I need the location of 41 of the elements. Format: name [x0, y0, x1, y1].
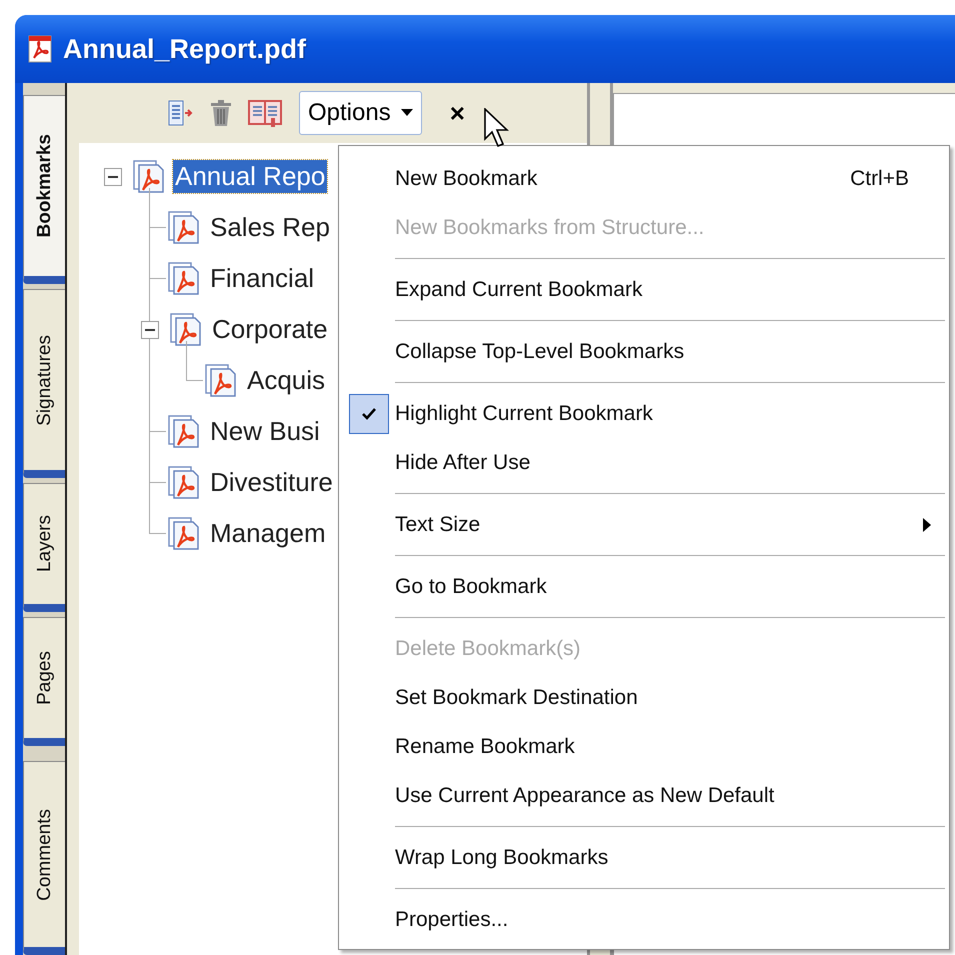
menu-item[interactable]: Properties... [343, 895, 945, 944]
options-button[interactable]: Options [299, 91, 422, 135]
menu-item[interactable]: Rename Bookmark [343, 722, 945, 771]
side-tab[interactable]: Layers [23, 483, 65, 612]
bookmark-icon [166, 414, 202, 450]
bookmark-label[interactable]: Financial [208, 262, 316, 295]
side-tab[interactable]: Comments [23, 761, 65, 955]
list-arrow-icon[interactable] [167, 98, 195, 128]
menu-item[interactable]: Text Size [343, 500, 945, 549]
collapse-toggle[interactable] [141, 320, 159, 338]
bookmark-label[interactable]: Managem [208, 517, 328, 550]
bookmark-label[interactable]: Acquis [245, 364, 328, 397]
collapse-toggle[interactable] [104, 168, 122, 186]
bookmark-icon [166, 516, 202, 552]
side-tab[interactable]: Pages [23, 617, 65, 746]
bookmark-icon [203, 362, 239, 398]
menu-item[interactable]: Expand Current Bookmark [343, 265, 945, 314]
window-title: Annual_Report.pdf [63, 34, 306, 64]
close-button[interactable]: × [450, 98, 465, 128]
side-tab[interactable]: Bookmarks [23, 95, 65, 284]
bookmark-icon [166, 464, 202, 500]
book-icon[interactable] [247, 98, 283, 128]
menu-item[interactable]: Highlight Current Bookmark [343, 389, 945, 438]
bookmark-icon [131, 158, 167, 194]
bookmark-label[interactable]: Corporate [210, 313, 330, 346]
caret-icon [400, 109, 413, 117]
bookmark-label[interactable]: Divestiture [208, 466, 335, 499]
side-tab[interactable]: Signatures [23, 289, 65, 478]
bookmark-icon [166, 210, 202, 246]
menu-item[interactable]: Use Current Appearance as New Default [343, 771, 945, 820]
bookmark-icon [168, 312, 204, 348]
bookmark-label[interactable]: Annual Repo [173, 160, 328, 193]
menu-item[interactable]: Hide After Use [343, 438, 945, 487]
menu-item[interactable]: Collapse Top-Level Bookmarks [343, 327, 945, 376]
menu-item[interactable]: Wrap Long Bookmarks [343, 833, 945, 882]
menu-item[interactable]: Go to Bookmark [343, 562, 945, 611]
bookmark-label[interactable]: New Busi [208, 415, 322, 448]
menu-item[interactable]: Set Bookmark Destination [343, 673, 945, 722]
bookmark-label[interactable]: Sales Rep [208, 211, 332, 244]
menu-item[interactable]: New Bookmark Ctrl+B [343, 154, 945, 203]
bookmark-icon [166, 260, 202, 296]
